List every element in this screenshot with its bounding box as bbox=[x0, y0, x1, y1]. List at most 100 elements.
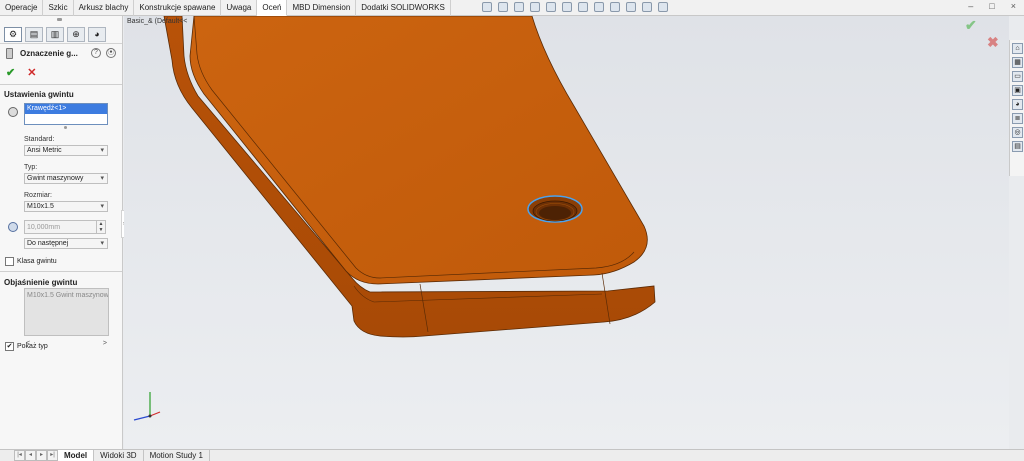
ok-button[interactable]: ✔ bbox=[6, 66, 15, 79]
tab-arkusz-blachy[interactable]: Arkusz blachy bbox=[74, 0, 135, 16]
hide-show-items-icon[interactable] bbox=[594, 2, 604, 12]
last-tab-arrow-icon[interactable]: ▸| bbox=[47, 450, 58, 461]
scroll-right-icon[interactable]: > bbox=[103, 340, 107, 347]
thread-depth-input[interactable]: 10,000mm ▲ ▼ bbox=[24, 220, 106, 234]
help-icon[interactable]: ? bbox=[91, 48, 101, 58]
view-settings-icon[interactable] bbox=[642, 2, 652, 12]
tab-uwaga[interactable]: Uwaga bbox=[221, 0, 258, 16]
divider bbox=[0, 84, 122, 85]
display-manager-tab-icon[interactable]: ◕ bbox=[88, 27, 106, 42]
dynamic-annotation-icon[interactable] bbox=[546, 2, 556, 12]
section-thread-callout[interactable]: Objaśnienie gwintu bbox=[4, 278, 77, 287]
threaded-hole[interactable] bbox=[527, 195, 583, 223]
pin-icon[interactable]: ⦿ bbox=[106, 48, 116, 58]
show-type-label: Pokaż typ bbox=[17, 343, 48, 350]
section-thread-settings[interactable]: Ustawienia gwintu bbox=[4, 90, 74, 99]
edit-appearance-icon[interactable] bbox=[610, 2, 620, 12]
feature-manager-tab-icon[interactable]: ⚙ bbox=[4, 27, 22, 42]
configuration-manager-tab-icon[interactable]: ▥ bbox=[46, 27, 64, 42]
chevron-down-icon: ▾ bbox=[100, 147, 104, 154]
shortcut-icon[interactable]: ▤ bbox=[1012, 141, 1023, 152]
standard-label: Standard: bbox=[24, 136, 55, 143]
tab-navigation: |◂ ◂ ▸ ▸| bbox=[0, 450, 58, 461]
tab-model[interactable]: Model bbox=[58, 450, 95, 461]
task-pane: ⌂ ▦ ▭ ▣ ◕ ≣ ◎ ▤ bbox=[1009, 40, 1024, 176]
diameter-icon bbox=[8, 222, 18, 232]
tab-widoki-3d[interactable]: Widoki 3D bbox=[94, 450, 144, 461]
edge-selection-box[interactable]: Krawędź<1> bbox=[24, 103, 108, 125]
thread-callout-box[interactable]: M10x1.5 Gwint maszynow bbox=[24, 288, 109, 336]
feature-tree-breadcrumb[interactable]: Basic_& (Default<< bbox=[127, 18, 187, 25]
close-button[interactable]: × bbox=[1011, 1, 1016, 11]
property-manager: ⚙ ▤ ▥ ⊕ ◕ Oznaczenie g... ? ⦿ ✔ ✕ Ustawi… bbox=[0, 16, 123, 449]
property-manager-tab-icon[interactable]: ▤ bbox=[25, 27, 43, 42]
end-condition-select[interactable]: Do następnej ▾ bbox=[24, 238, 108, 249]
thread-class-label: Klasa gwintu bbox=[17, 258, 57, 265]
command-manager-tabs: Operacje Szkic Arkusz blachy Konstrukcje… bbox=[0, 0, 1024, 16]
view-orientation-icon[interactable] bbox=[562, 2, 572, 12]
bottom-tab-bar: |◂ ◂ ▸ ▸| Model Widoki 3D Motion Study 1 bbox=[0, 449, 1024, 461]
confirm-corner-cancel-icon[interactable]: ✖ bbox=[987, 34, 999, 51]
tab-konstrukcje-spawane[interactable]: Konstrukcje spawane bbox=[134, 0, 222, 16]
cancel-button[interactable]: ✕ bbox=[27, 66, 36, 79]
standard-select[interactable]: Ansi Metric ▾ bbox=[24, 145, 108, 156]
reference-triad-icon bbox=[133, 392, 161, 421]
appearance-icon[interactable]: ◕ bbox=[1012, 99, 1023, 110]
section-view-icon[interactable] bbox=[530, 2, 540, 12]
panel-grip[interactable] bbox=[57, 18, 62, 21]
display-icon[interactable] bbox=[658, 2, 668, 12]
previous-view-icon[interactable] bbox=[514, 2, 524, 12]
resources-icon[interactable]: ▦ bbox=[1012, 57, 1023, 68]
prev-tab-arrow-icon[interactable]: ◂ bbox=[25, 450, 36, 461]
view-toolbar bbox=[482, 2, 668, 12]
confirm-corner-ok-icon[interactable]: ✔ bbox=[965, 17, 977, 34]
next-tab-arrow-icon[interactable]: ▸ bbox=[36, 450, 47, 461]
depth-spin-buttons[interactable]: ▲ ▼ bbox=[96, 221, 105, 233]
show-type-checkbox[interactable]: ✔ bbox=[5, 342, 14, 351]
thread-class-checkbox[interactable] bbox=[5, 257, 14, 266]
size-select[interactable]: M10x1.5 ▾ bbox=[24, 201, 108, 212]
apply-scene-icon[interactable] bbox=[626, 2, 636, 12]
standard-value: Ansi Metric bbox=[27, 147, 62, 154]
type-select[interactable]: Gwint maszynowy ▾ bbox=[24, 173, 108, 184]
type-value: Gwint maszynowy bbox=[27, 175, 84, 182]
chevron-down-icon: ▾ bbox=[100, 240, 104, 247]
edge-selection-icon bbox=[8, 107, 18, 117]
window-controls: – □ × bbox=[968, 1, 1016, 11]
forum-icon[interactable]: ◎ bbox=[1012, 127, 1023, 138]
thread-callout-text: M10x1.5 Gwint maszynow bbox=[27, 292, 109, 299]
home-icon[interactable]: ⌂ bbox=[1012, 43, 1023, 54]
cosmetic-thread-icon bbox=[6, 48, 13, 59]
custom-properties-icon[interactable]: ≣ bbox=[1012, 113, 1023, 124]
restore-button[interactable]: □ bbox=[989, 1, 994, 11]
dimxpert-tab-icon[interactable]: ⊕ bbox=[67, 27, 85, 42]
chevron-down-icon: ▾ bbox=[100, 175, 104, 182]
zoom-area-icon[interactable] bbox=[498, 2, 508, 12]
divider bbox=[0, 271, 122, 272]
size-value: M10x1.5 bbox=[27, 203, 54, 210]
confirm-row: ✔ ✕ bbox=[6, 66, 36, 79]
tab-operacje[interactable]: Operacje bbox=[0, 0, 44, 16]
end-condition-value: Do następnej bbox=[27, 240, 69, 247]
tab-mbd-dimension[interactable]: MBD Dimension bbox=[287, 0, 357, 16]
view-palette-icon[interactable]: ▣ bbox=[1012, 85, 1023, 96]
zoom-to-fit-icon[interactable] bbox=[482, 2, 492, 12]
size-label: Rozmiar: bbox=[24, 192, 53, 199]
resize-dot[interactable] bbox=[64, 126, 67, 129]
tab-ocen[interactable]: Oceń bbox=[257, 0, 288, 16]
tab-szkic[interactable]: Szkic bbox=[43, 0, 74, 16]
thread-depth-value: 10,000mm bbox=[27, 224, 61, 231]
display-style-icon[interactable] bbox=[578, 2, 588, 12]
tab-dodatki-solidworks[interactable]: Dodatki SOLIDWORKS bbox=[356, 0, 451, 16]
minimize-button[interactable]: – bbox=[968, 1, 973, 11]
folder-icon[interactable]: ▭ bbox=[1012, 71, 1023, 82]
property-manager-header: Oznaczenie g... ? ⦿ bbox=[0, 46, 123, 62]
selection-item[interactable]: Krawędź<1> bbox=[25, 104, 107, 114]
part-top-face[interactable] bbox=[189, 16, 648, 285]
model-viewport[interactable] bbox=[124, 16, 1009, 449]
first-tab-arrow-icon[interactable]: |◂ bbox=[14, 450, 25, 461]
page-title: Oznaczenie g... bbox=[20, 49, 78, 58]
tab-motion-study-1[interactable]: Motion Study 1 bbox=[144, 450, 210, 461]
graphics-area[interactable]: Basic_& (Default<< ✔ ✖ bbox=[124, 16, 1009, 449]
chevron-down-icon: ▾ bbox=[100, 203, 104, 210]
